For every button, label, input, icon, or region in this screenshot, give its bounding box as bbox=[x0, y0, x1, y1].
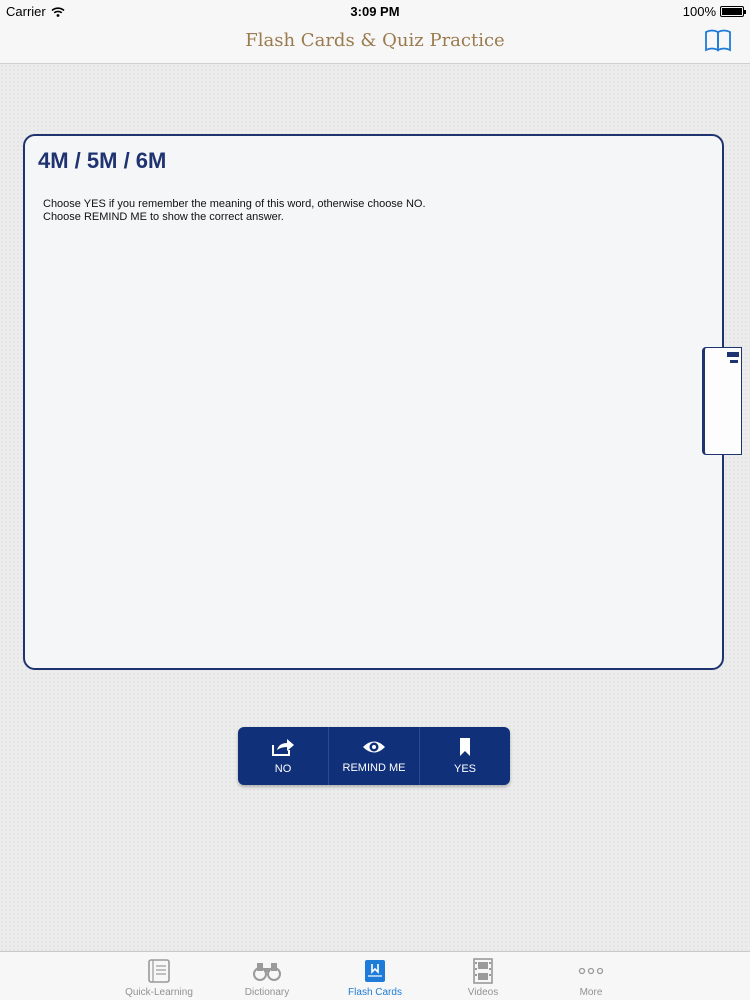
tab-quick-learning[interactable]: Quick-Learning bbox=[105, 952, 213, 1000]
instruction-line-1: Choose YES if you remember the meaning o… bbox=[43, 198, 426, 210]
tab-more[interactable]: More bbox=[537, 952, 645, 1000]
page-title: Flash Cards & Quiz Practice bbox=[245, 30, 505, 51]
nav-bar: Flash Cards & Quiz Practice bbox=[0, 22, 750, 64]
action-bar: NO REMIND ME YES bbox=[238, 727, 510, 785]
side-tab-mark-small bbox=[730, 360, 738, 363]
tab-flash-cards[interactable]: Flash Cards bbox=[321, 952, 429, 1000]
remind-me-label: REMIND ME bbox=[342, 762, 406, 774]
main-content: 4M / 5M / 6M Choose YES if you remember … bbox=[0, 64, 750, 951]
share-arrow-icon bbox=[272, 739, 294, 756]
eye-icon bbox=[363, 741, 385, 753]
status-right: 100% bbox=[682, 4, 746, 19]
tab-label: Videos bbox=[467, 987, 499, 998]
status-bar: Carrier 3:09 PM 100% bbox=[0, 0, 750, 22]
tab-videos[interactable]: Videos bbox=[429, 952, 537, 1000]
no-label: NO bbox=[274, 763, 292, 775]
tab-label: Flash Cards bbox=[348, 987, 402, 998]
filmstrip-icon bbox=[473, 958, 493, 984]
book-icon[interactable] bbox=[704, 28, 732, 54]
card-instructions: Choose YES if you remember the meaning o… bbox=[43, 198, 426, 224]
binoculars-icon bbox=[253, 963, 281, 981]
tab-label: Quick-Learning bbox=[125, 987, 193, 998]
side-card-tab[interactable] bbox=[702, 347, 742, 455]
instruction-line-2: Choose REMIND ME to show the correct ans… bbox=[43, 211, 284, 223]
tab-dictionary[interactable]: Dictionary bbox=[213, 952, 321, 1000]
card-title: 4M / 5M / 6M bbox=[38, 148, 167, 173]
battery-icon bbox=[720, 6, 746, 17]
yes-label: YES bbox=[453, 763, 476, 775]
flashcards-icon bbox=[365, 960, 385, 982]
remind-me-button[interactable]: REMIND ME bbox=[329, 727, 420, 785]
status-time: 3:09 PM bbox=[350, 4, 400, 19]
tab-label: Dictionary bbox=[244, 987, 290, 998]
more-dots-icon bbox=[578, 967, 604, 975]
yes-button[interactable]: YES bbox=[420, 727, 510, 785]
flash-card: 4M / 5M / 6M Choose YES if you remember … bbox=[23, 134, 724, 670]
notebook-icon bbox=[148, 959, 170, 983]
bookmark-icon bbox=[460, 738, 470, 756]
side-tab-mark bbox=[727, 352, 739, 357]
battery-percent: 100% bbox=[682, 4, 716, 19]
tab-bar: Quick-Learning Dictionary Flash Cards Vi… bbox=[0, 951, 750, 1000]
no-button[interactable]: NO bbox=[238, 727, 329, 785]
tab-label: More bbox=[579, 987, 603, 998]
